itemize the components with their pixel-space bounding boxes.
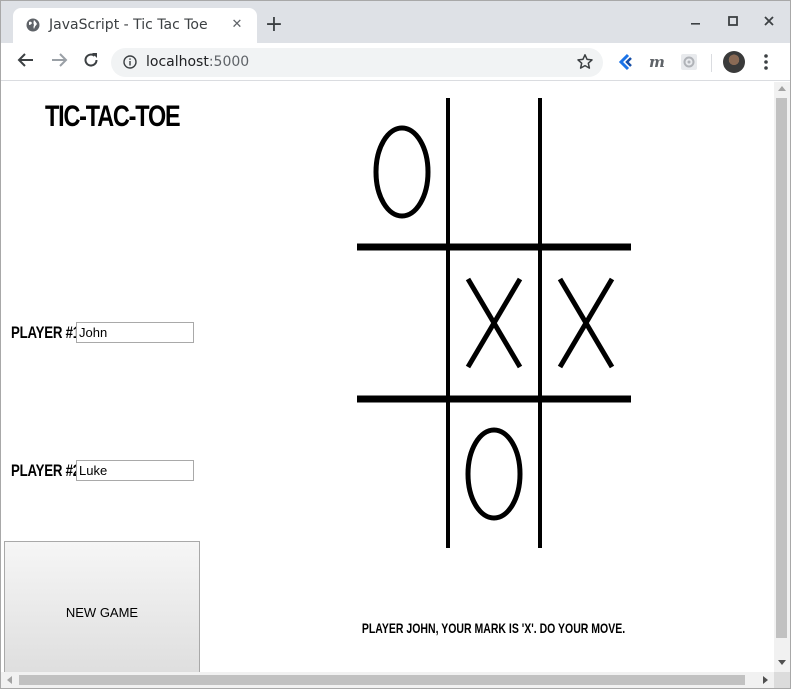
new-game-button[interactable]: NEW GAME — [4, 541, 200, 672]
board-cell-empty[interactable] — [358, 402, 446, 546]
info-icon[interactable] — [123, 55, 137, 69]
status-message: PLAYER JOHN, YOUR MARK IS 'X'. DO YOUR M… — [201, 620, 774, 636]
scrollbar-corner — [774, 672, 790, 688]
reload-icon — [84, 53, 98, 67]
player1-name-input[interactable] — [76, 322, 194, 343]
new-tab-button[interactable]: + — [263, 14, 285, 36]
extension-k-icon[interactable] — [616, 53, 634, 71]
bookmark-star-icon[interactable] — [576, 53, 594, 71]
browser-toolbar: localhost:5000 m — [1, 43, 790, 81]
player2-label: PLAYER #2: — [11, 461, 85, 480]
scroll-right-arrow[interactable] — [763, 676, 768, 684]
player1-label: PLAYER #1: — [11, 323, 85, 342]
maximize-icon — [728, 16, 738, 26]
scroll-left-arrow[interactable] — [7, 676, 12, 684]
minimize-icon — [691, 23, 700, 25]
game-board — [357, 98, 631, 548]
url-host: localhost — [146, 54, 209, 70]
url-port: :5000 — [208, 54, 250, 70]
more-menu-icon[interactable] — [759, 52, 773, 72]
player2-name-input[interactable] — [76, 460, 194, 481]
reload-button[interactable] — [80, 51, 102, 73]
scroll-down-arrow[interactable] — [778, 660, 786, 665]
page-title: TIC-TAC-TOE — [45, 100, 181, 133]
vertical-scrollbar[interactable] — [774, 82, 790, 672]
tab-title: JavaScript - Tic Tac Toe — [49, 17, 208, 33]
globe-icon — [26, 18, 40, 32]
board-cell-empty[interactable] — [450, 100, 538, 244]
extension-m-icon[interactable]: m — [648, 53, 666, 71]
tab-close-icon[interactable]: ✕ — [229, 17, 245, 33]
scroll-up-arrow[interactable] — [778, 86, 786, 91]
status-message-text: PLAYER JOHN, YOUR MARK IS 'X'. DO YOUR M… — [362, 620, 626, 636]
board-cell-empty[interactable] — [542, 402, 630, 546]
horizontal-scroll-thumb[interactable] — [19, 675, 745, 685]
back-arrow-icon — [17, 53, 33, 67]
board-cell-x-mark[interactable] — [557, 277, 615, 369]
back-button[interactable] — [15, 51, 37, 73]
close-window-button[interactable] — [759, 13, 779, 33]
profile-avatar[interactable] — [723, 51, 745, 73]
board-cell-x-mark[interactable] — [465, 277, 523, 369]
svg-text:m: m — [649, 53, 665, 71]
minimize-button[interactable] — [686, 13, 706, 33]
board-cell-o-mark[interactable] — [373, 125, 431, 219]
close-icon — [764, 16, 774, 26]
forward-button[interactable] — [48, 51, 70, 73]
vertical-scroll-thumb[interactable] — [776, 98, 787, 638]
board-cell-empty[interactable] — [358, 251, 446, 395]
horizontal-scrollbar[interactable] — [1, 672, 774, 688]
address-bar[interactable]: localhost:5000 — [111, 48, 603, 77]
browser-window: JavaScript - Tic Tac Toe ✕ + localhost:5… — [0, 0, 791, 689]
tab-strip: JavaScript - Tic Tac Toe ✕ + — [1, 1, 790, 43]
forward-arrow-icon — [52, 53, 68, 67]
extension-gear-icon[interactable] — [680, 53, 698, 71]
board-cell-o-mark[interactable] — [465, 427, 523, 521]
url-text: localhost:5000 — [146, 54, 249, 70]
browser-tab[interactable]: JavaScript - Tic Tac Toe ✕ — [13, 8, 257, 43]
maximize-button[interactable] — [723, 13, 743, 33]
toolbar-divider — [711, 54, 712, 72]
board-cell-empty[interactable] — [542, 100, 630, 244]
page-viewport: TIC-TAC-TOE PLAYER #1: PLAYER #2: NEW GA… — [1, 82, 774, 672]
